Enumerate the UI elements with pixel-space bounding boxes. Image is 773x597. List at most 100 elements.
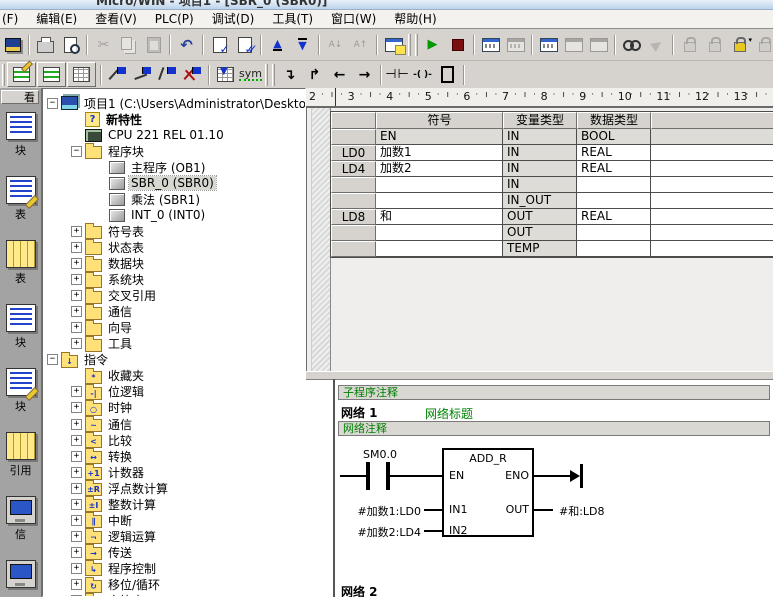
menu-item-4[interactable]: PLC(P)	[146, 11, 203, 28]
expand-icon[interactable]: +	[71, 274, 82, 285]
collapse-icon[interactable]: −	[47, 98, 58, 109]
tree-item-label[interactable]: 乘法 (SBR1)	[129, 191, 202, 208]
nav-item-set-pg-pc-interface[interactable]	[0, 560, 41, 588]
cell-symbol[interactable]	[376, 241, 503, 257]
column-header-blank[interactable]	[651, 112, 773, 129]
tree-item-label[interactable]: 位逻辑	[106, 383, 146, 400]
expand-icon[interactable]: +	[71, 483, 82, 494]
tree-item-label[interactable]: INT_0 (INT0)	[129, 208, 207, 222]
toolbar-grip[interactable]	[408, 34, 411, 56]
upload-button[interactable]	[265, 34, 290, 56]
view-button[interactable]	[619, 34, 644, 56]
cell-var_type[interactable]: IN	[503, 145, 577, 161]
tree-item-2[interactable]: CPU 221 REL 01.10	[71, 127, 226, 143]
cell-var_type[interactable]: OUT	[503, 225, 577, 241]
tree-item-label[interactable]: 交叉引用	[106, 287, 158, 304]
cell-var_type[interactable]: IN	[503, 161, 577, 177]
cell-var_type[interactable]: IN	[503, 129, 577, 145]
tree-item-label[interactable]: 状态表	[106, 239, 146, 256]
tree-item-label[interactable]: 逻辑运算	[106, 528, 158, 545]
cell-addr[interactable]	[331, 193, 376, 209]
cell-addr[interactable]: LD4	[331, 161, 376, 177]
compile-all-button[interactable]: ✓✓	[232, 34, 257, 56]
tree-item-7[interactable]: INT_0 (INT0)	[95, 207, 207, 223]
cell-comment[interactable]	[651, 193, 773, 209]
tree-item-label[interactable]: 整数计算	[106, 496, 158, 513]
tree-item-17[interactable]: *收藏夹	[71, 368, 146, 384]
tree-item-label[interactable]: 新特性	[104, 111, 144, 128]
cell-var_type[interactable]: TEMP	[503, 241, 577, 257]
expand-icon[interactable]: +	[71, 579, 82, 590]
expand-icon[interactable]: +	[71, 338, 82, 349]
menu-item-8[interactable]: 帮助(H)	[385, 11, 445, 28]
expand-icon[interactable]: +	[71, 515, 82, 526]
cell-addr[interactable]: LD8	[331, 209, 376, 225]
tree-item-label[interactable]: 计数器	[106, 464, 146, 481]
tree-item-15[interactable]: +工具	[71, 336, 134, 352]
tree-item-label[interactable]: 转换	[106, 448, 134, 465]
tree-item-12[interactable]: +交叉引用	[71, 288, 158, 304]
tree-item-label[interactable]: 指令	[82, 351, 110, 368]
tree-item-label[interactable]: 通信	[106, 416, 134, 433]
insert-coil-button[interactable]	[410, 64, 435, 86]
cell-data_type[interactable]	[577, 177, 651, 193]
tree-item-26[interactable]: +∥中断	[71, 512, 134, 528]
insert-branch-down-button[interactable]	[130, 64, 155, 86]
expand-icon[interactable]: +	[71, 499, 82, 510]
tree-item-label[interactable]: CPU 221 REL 01.10	[106, 128, 226, 142]
tree-item-14[interactable]: +向导	[71, 320, 134, 336]
tree-item-22[interactable]: +↔转换	[71, 448, 134, 464]
toolbar-grip[interactable]	[272, 64, 275, 86]
tree-item-31[interactable]: +ab字符串	[71, 593, 146, 597]
tree-item-5[interactable]: SBR_0 (SBR0)	[95, 175, 216, 191]
menu-item-2[interactable]: 编辑(E)	[27, 11, 86, 28]
column-header-data_type[interactable]: 数据类型	[577, 112, 651, 129]
tree-item-16[interactable]: −↓指令	[47, 352, 110, 368]
next-network-label[interactable]: 网络 2	[341, 583, 378, 597]
expand-icon[interactable]: +	[71, 419, 82, 430]
expand-icon[interactable]: +	[71, 563, 82, 574]
local-variable-table-view-button[interactable]	[37, 62, 66, 87]
tree-item-30[interactable]: +↻移位/循环	[71, 577, 162, 593]
out-operand[interactable]: #和:LD8	[559, 503, 605, 519]
open-project-button[interactable]	[0, 34, 25, 56]
tree-item-18[interactable]: +-|位逻辑	[71, 384, 146, 400]
read-all-forced-button[interactable]: ▾	[727, 34, 752, 56]
tree-item-label[interactable]: 项目1 (C:\Users\Administrator\Desktop)	[82, 95, 306, 112]
nav-item-system-block[interactable]: 块	[0, 368, 41, 414]
cell-data_type[interactable]: BOOL	[577, 129, 651, 145]
column-header-blank[interactable]	[331, 112, 376, 129]
cell-addr[interactable]	[331, 241, 376, 257]
tree-item-label[interactable]: 符号表	[106, 223, 146, 240]
cell-comment[interactable]	[651, 225, 773, 241]
collapse-icon[interactable]: −	[47, 354, 58, 365]
nav-item-symbol-table[interactable]: 表	[0, 176, 41, 222]
compile-button[interactable]: ✓	[207, 34, 232, 56]
cell-var_type[interactable]: IN	[503, 177, 577, 193]
cell-symbol[interactable]: 加数1	[376, 145, 503, 161]
tree-item-25[interactable]: +±I整数计算	[71, 496, 158, 512]
table-selector-column[interactable]	[311, 108, 331, 371]
cell-addr[interactable]: LD0	[331, 145, 376, 161]
program-status-button[interactable]	[478, 34, 503, 56]
in1-operand[interactable]: #加数1:LD0	[326, 503, 421, 519]
collapse-icon[interactable]: −	[71, 146, 82, 157]
cell-comment[interactable]	[651, 177, 773, 193]
cell-symbol[interactable]: EN	[376, 129, 503, 145]
cell-data_type[interactable]	[577, 225, 651, 241]
network-label[interactable]: 网络 1	[341, 404, 378, 421]
toolbar-grip[interactable]	[2, 64, 5, 86]
cell-data_type[interactable]: REAL	[577, 145, 651, 161]
expand-icon[interactable]: +	[71, 242, 82, 253]
program-editor-view-button[interactable]	[7, 62, 36, 87]
cell-data_type[interactable]	[577, 241, 651, 257]
tree-item-label[interactable]: 时钟	[106, 399, 134, 416]
cell-var_type[interactable]: OUT	[503, 209, 577, 225]
cell-symbol[interactable]: 和	[376, 209, 503, 225]
subroutine-comment-bar[interactable]: 子程序注释	[338, 385, 770, 400]
insert-network-button[interactable]	[213, 64, 238, 86]
nav-item-communications[interactable]: 信	[0, 496, 41, 542]
tree-item-1[interactable]: ?新特性	[71, 111, 144, 127]
insert-box-button[interactable]	[435, 64, 460, 86]
expand-icon[interactable]: +	[71, 451, 82, 462]
